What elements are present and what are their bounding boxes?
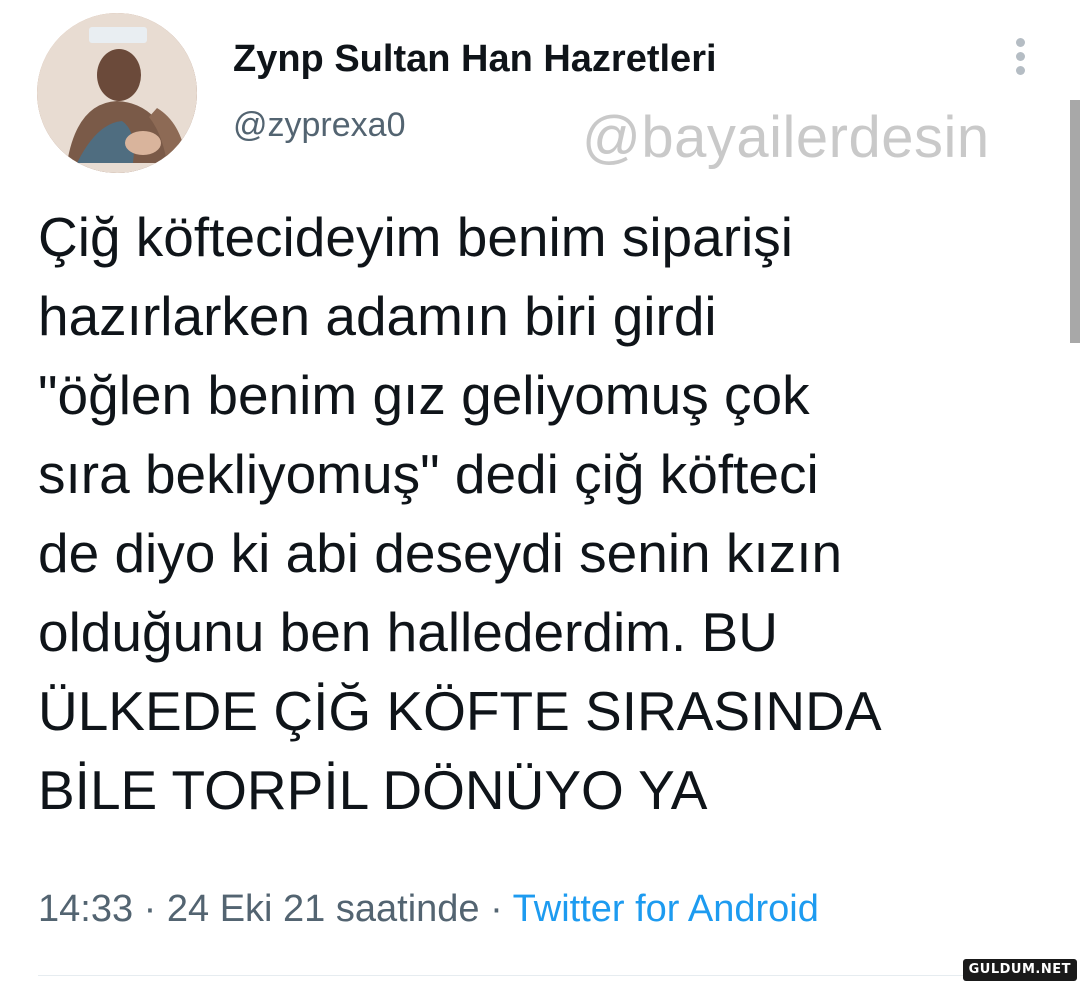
avatar-image — [37, 13, 197, 173]
meta-separator: · — [133, 888, 167, 930]
more-dot — [1015, 66, 1025, 75]
author-display-name[interactable]: Zynp Sultan Han Hazretleri — [233, 38, 717, 81]
more-dot — [1015, 52, 1025, 61]
tweet-meta: 14:33 · 24 Eki 21 saatinde · Twitter for… — [38, 888, 819, 931]
tweet-text-line: olduğunu ben hallederdim. BU — [38, 601, 778, 663]
tweet-text-line: BİLE TORPİL DÖNÜYO YA — [38, 759, 708, 821]
tweet-text-line: Çiğ köftecideyim benim siparişi — [38, 206, 793, 268]
tweet-text-line: hazırlarken adamın biri girdi — [38, 285, 717, 347]
author-handle[interactable]: @zyprexa0 — [233, 106, 405, 145]
tweet-time[interactable]: 14:33 — [38, 888, 133, 930]
tweet-date[interactable]: 24 Eki 21 saatinde — [167, 888, 480, 930]
more-dot — [1015, 38, 1025, 47]
profile-avatar[interactable] — [37, 13, 197, 173]
tweet-text-line: de diyo ki abi deseydi senin kızın — [38, 522, 843, 584]
tweet-source-link[interactable]: Twitter for Android — [513, 888, 819, 930]
site-badge: GULDUM.NET — [962, 959, 1077, 981]
tweet-text-line: "öğlen benim gız geliyomuş çok — [38, 364, 810, 426]
meta-separator: · — [479, 888, 513, 930]
tweet-card: Zynp Sultan Han Hazretleri @zyprexa0 @ba… — [0, 0, 1080, 984]
divider — [38, 975, 1042, 976]
tweet-text: Çiğ köftecideyim benim siparişi hazırlar… — [38, 198, 1038, 830]
more-vertical-icon[interactable] — [1008, 38, 1032, 82]
tweet-text-line: sıra bekliyomuş" dedi çiğ köfteci — [38, 443, 819, 505]
watermark: @bayailerdesin — [582, 105, 990, 170]
tweet-text-line: ÜLKEDE ÇİĞ KÖFTE SIRASINDA — [38, 680, 882, 742]
scrollbar-thumb[interactable] — [1070, 100, 1080, 343]
